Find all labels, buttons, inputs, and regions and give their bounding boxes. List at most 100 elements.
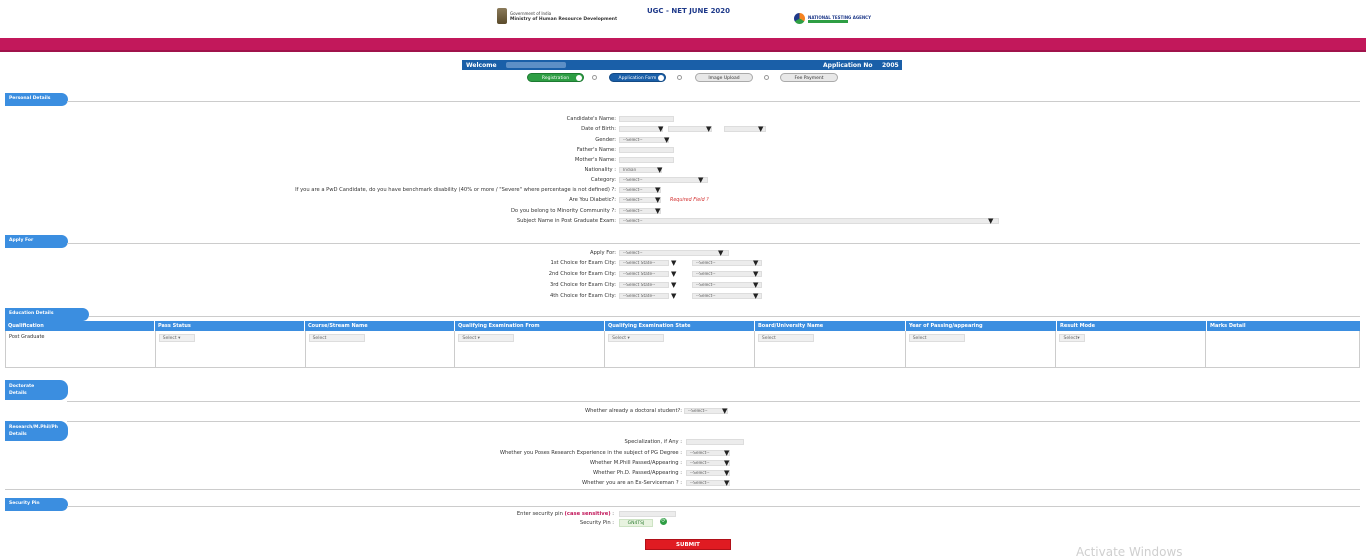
logo-line2: Ministry of Human Resource Development [510,16,618,22]
year-select[interactable]: Select [908,334,965,342]
chevron-down-icon: ▼ [722,407,728,415]
nav-register-query[interactable]: Register Query [594,3,639,10]
subject-select[interactable]: --Select-- [619,218,999,224]
nationality-select[interactable]: Indian [619,167,662,173]
step-registration: Registration [527,73,584,82]
apply-for-select[interactable]: --Select-- [619,250,729,256]
choice1-label: 1st Choice for Exam City: [550,260,616,266]
welcome-label: Welcome [466,61,497,69]
marks-detail-cell [1206,331,1359,367]
father-name-label: Father's Name: [576,147,616,153]
logo-line1: Government of India [510,10,552,16]
step-application-form: Application Form [609,73,666,82]
chevron-down-icon: ▼ [655,186,661,194]
emblem-icon [497,8,507,24]
navigation-bar [0,38,1366,52]
chevron-down-icon: ▼ [753,281,759,289]
col-year: Year of Passing/appearing [906,321,1057,331]
choice1-city-select[interactable]: --Select-- [692,260,762,266]
chevron-down-icon: ▼ [671,281,677,289]
section-divider [67,421,1360,422]
step-image-upload: Image Upload [695,73,753,82]
chevron-down-icon: ▼ [657,166,663,174]
application-no-value: 2005 [882,61,899,69]
result-mode-select[interactable]: Select▾ [1059,334,1086,342]
section-divider [67,243,1360,244]
candidate-name-label: Candidate's Name: [566,116,616,122]
section-divider [67,101,1360,102]
chevron-down-icon: ▼ [664,136,670,144]
subject-label: Subject Name in Post Graduate Exam: [516,218,616,224]
section-divider [89,316,1360,317]
check-icon [576,75,582,81]
category-select[interactable]: --Select-- [619,177,708,183]
section-doctorate-details: Doctorate Details [5,380,68,400]
dob-day-select[interactable] [619,126,663,132]
col-result-mode: Result Mode [1057,321,1207,331]
gender-label: Gender: [595,137,616,143]
chevron-down-icon: ▼ [658,125,664,133]
security-pin-input[interactable] [619,511,676,517]
nta-icon [794,13,805,24]
specialization-input[interactable] [686,439,744,445]
category-label: Category: [590,177,616,183]
col-qualification: Qualification [5,321,155,331]
chevron-down-icon: ▼ [724,459,730,467]
pass-status-select[interactable]: Select ▾ [158,334,195,342]
chevron-down-icon: ▼ [655,196,661,204]
chevron-down-icon: ▼ [724,449,730,457]
col-exam-state: Qualifying Examination State [605,321,755,331]
chevron-down-icon: ▼ [724,479,730,487]
section-apply-for: Apply For [5,235,68,248]
exam-from-select[interactable]: Select ▾ [458,334,515,342]
section-security-pin: Security Pin [5,498,68,511]
required-field-note: Required Field ? [670,198,709,203]
application-no-label: Application No [823,61,873,69]
research-experience-label: Whether you Poses Research Experience in… [499,450,682,456]
choice1-state-select[interactable]: --Select State-- [619,260,669,266]
choice3-state-select[interactable]: --Select State-- [619,282,669,288]
chevron-down-icon: ▼ [724,469,730,477]
chevron-down-icon: ▼ [655,207,661,215]
chevron-down-icon: ▼ [753,292,759,300]
col-board: Board/University Name [755,321,906,331]
step-fee-payment: Fee Payment [780,73,838,82]
nta-logo-text: NATIONAL TESTING AGENCY [808,14,872,20]
nationality-label: Nationality : [584,167,616,173]
page-title: UGC - NET JUNE 2020 [647,7,731,15]
choice4-state-select[interactable]: --Select State-- [619,293,669,299]
board-select[interactable]: Select [757,334,814,342]
nta-logo: NATIONAL TESTING AGENCY [794,13,871,24]
chevron-down-icon: ▼ [671,292,677,300]
choice3-label: 3rd Choice for Exam City: [549,282,616,288]
section-personal-details: Personal Details [5,93,68,106]
diabetic-label: Are You Diabetic?: [569,197,616,203]
top-header [0,0,1366,38]
choice4-city-select[interactable]: --Select-- [692,293,762,299]
table-row: Post Graduate Select ▾ Select Select ▾ S… [5,331,1360,368]
check-icon [658,75,664,81]
choice2-label: 2nd Choice for Exam City: [548,271,616,277]
choice2-state-select[interactable]: --Select State-- [619,271,669,277]
nav-logout[interactable]: Logout [847,3,868,10]
chevron-down-icon: ▼ [753,259,759,267]
section-education-details: Education Details [5,308,89,321]
course-select[interactable]: Select [308,334,365,342]
col-pass-status: Pass Status [155,321,305,331]
nav-change-password[interactable]: Change Password [531,3,584,10]
candidate-name-blurred [506,62,566,68]
refresh-icon[interactable]: ⟳ [660,518,667,525]
col-course: Course/Stream Name [305,321,455,331]
choice3-city-select[interactable]: --Select-- [692,282,762,288]
mhrd-logo: Government of India Ministry of Human Re… [497,8,617,24]
education-table-header: Qualification Pass Status Course/Stream … [5,321,1360,331]
mphil-label: Whether M.Phill Passed/Appearing : [589,460,682,466]
exam-state-select[interactable]: Select ▾ [608,334,665,342]
chevron-down-icon: ▼ [706,125,712,133]
chevron-down-icon: ▼ [758,125,764,133]
submit-button[interactable]: SUBMIT [645,539,731,550]
gender-select[interactable]: --Select-- [619,137,669,143]
nav-home[interactable]: Home [503,3,521,10]
chevron-down-icon: ▼ [753,270,759,278]
choice2-city-select[interactable]: --Select-- [692,271,762,277]
